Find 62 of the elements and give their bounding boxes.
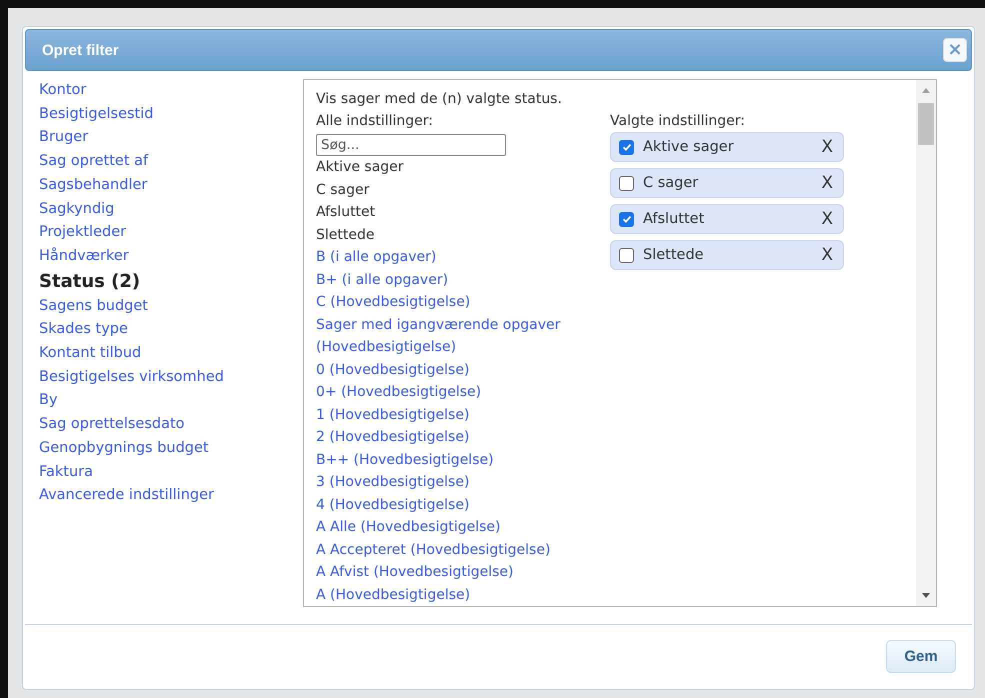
filter-category-link[interactable]: Sagens budget bbox=[39, 294, 148, 318]
option-link[interactable]: C sager bbox=[316, 178, 596, 201]
scroll-down-icon[interactable] bbox=[922, 593, 930, 598]
filter-category-link[interactable]: Status (2) bbox=[39, 268, 140, 295]
chip-label: Afsluttet bbox=[643, 211, 706, 227]
option-link[interactable]: 1 (Hovedbesigtigelse) bbox=[316, 404, 596, 426]
checkmark-icon bbox=[620, 141, 632, 153]
option-link[interactable]: A Alle (Hovedbesigtigelse) bbox=[316, 516, 596, 538]
option-link[interactable]: C (Hovedbesigtigelse) bbox=[316, 291, 596, 314]
filter-category-link[interactable]: Håndværker bbox=[39, 244, 129, 269]
option-link[interactable]: A Accepteret (Hovedbesigtigelse) bbox=[316, 538, 596, 561]
option-link[interactable]: 0 (Hovedbesigtigelse) bbox=[316, 358, 596, 381]
checkbox[interactable] bbox=[619, 212, 634, 226]
checkbox[interactable] bbox=[619, 248, 634, 262]
filter-category-link[interactable]: Sag oprettelsesdato bbox=[39, 413, 185, 437]
filter-category-link[interactable]: Sagsbehandler bbox=[39, 174, 148, 198]
filter-category-link[interactable]: Skades type bbox=[39, 318, 128, 342]
option-link[interactable]: B (i alle opgaver) bbox=[316, 246, 596, 268]
option-link[interactable]: 2 (Hovedbesigtigelse) bbox=[316, 426, 596, 448]
filter-category-link[interactable]: Genopbygnings budget bbox=[39, 436, 209, 461]
option-link[interactable]: A (Hovedbesigtigelse) bbox=[316, 584, 596, 606]
option-link[interactable]: 3 (Hovedbesigtigelse) bbox=[316, 471, 596, 494]
filter-category-link[interactable]: Projektleder bbox=[39, 221, 126, 245]
option-link[interactable]: Aktive sager bbox=[316, 156, 596, 178]
option-link[interactable]: B++ (Hovedbesigtigelse) bbox=[316, 448, 596, 471]
scrollbar-thumb[interactable] bbox=[918, 103, 934, 145]
dialog-title: Opret filter bbox=[42, 42, 119, 58]
filter-category-link[interactable]: Faktura bbox=[39, 460, 94, 484]
filter-category-link[interactable]: Sagkyndig bbox=[39, 198, 114, 222]
checkbox[interactable] bbox=[619, 176, 634, 190]
option-link[interactable]: Sager med igangværende opgaver (Hovedbesigtigelse) bbox=[316, 314, 596, 358]
close-button[interactable]: × bbox=[943, 38, 967, 62]
filter-category-link[interactable]: By bbox=[39, 389, 58, 414]
filter-category-link[interactable]: Sag oprettet af bbox=[39, 150, 148, 174]
option-link[interactable]: Slettede bbox=[316, 224, 596, 246]
all-options-heading: Alle indstillinger: bbox=[316, 112, 434, 131]
scroll-up-icon[interactable] bbox=[922, 88, 930, 93]
option-link[interactable]: A Afvist (Hovedbesigtigelse) bbox=[316, 561, 596, 584]
save-button[interactable]: Gem bbox=[886, 640, 956, 672]
filter-category-link[interactable]: Kontor bbox=[39, 79, 86, 103]
scrollbar[interactable] bbox=[916, 80, 936, 606]
filter-category-link[interactable]: Bruger bbox=[39, 126, 88, 150]
option-link[interactable]: 0+ (Hovedbesigtigelse) bbox=[316, 381, 596, 404]
remove-button[interactable]: X bbox=[817, 137, 837, 157]
chip-label: C sager bbox=[643, 175, 700, 191]
filter-category-link[interactable]: Kontant tilbud bbox=[39, 342, 142, 366]
checkbox[interactable] bbox=[619, 140, 634, 154]
filter-category-link[interactable]: Besigtigelsestid bbox=[39, 102, 154, 126]
filter-category-link[interactable]: Besigtigelses virksomhed bbox=[39, 366, 224, 390]
selected-options-heading: Valgte indstillinger: bbox=[610, 112, 745, 131]
checkmark-icon bbox=[620, 213, 632, 225]
search-field[interactable]: Søg... bbox=[316, 134, 506, 156]
option-link[interactable]: 4 (Hovedbesigtigelse) bbox=[316, 494, 596, 516]
remove-button[interactable]: X bbox=[817, 173, 837, 193]
filter-category-link[interactable]: Avancerede indstillinger bbox=[39, 484, 214, 508]
option-link[interactable]: Afsluttet bbox=[316, 201, 596, 224]
remove-button[interactable]: X bbox=[817, 245, 837, 265]
remove-button[interactable]: X bbox=[817, 209, 837, 229]
chip-label: Aktive sager bbox=[643, 139, 735, 155]
description-text: Vis sager med de (n) valgte status. bbox=[316, 90, 562, 109]
option-link[interactable]: B+ (i alle opgaver) bbox=[316, 268, 596, 291]
chip-label: Slettede bbox=[643, 247, 705, 263]
